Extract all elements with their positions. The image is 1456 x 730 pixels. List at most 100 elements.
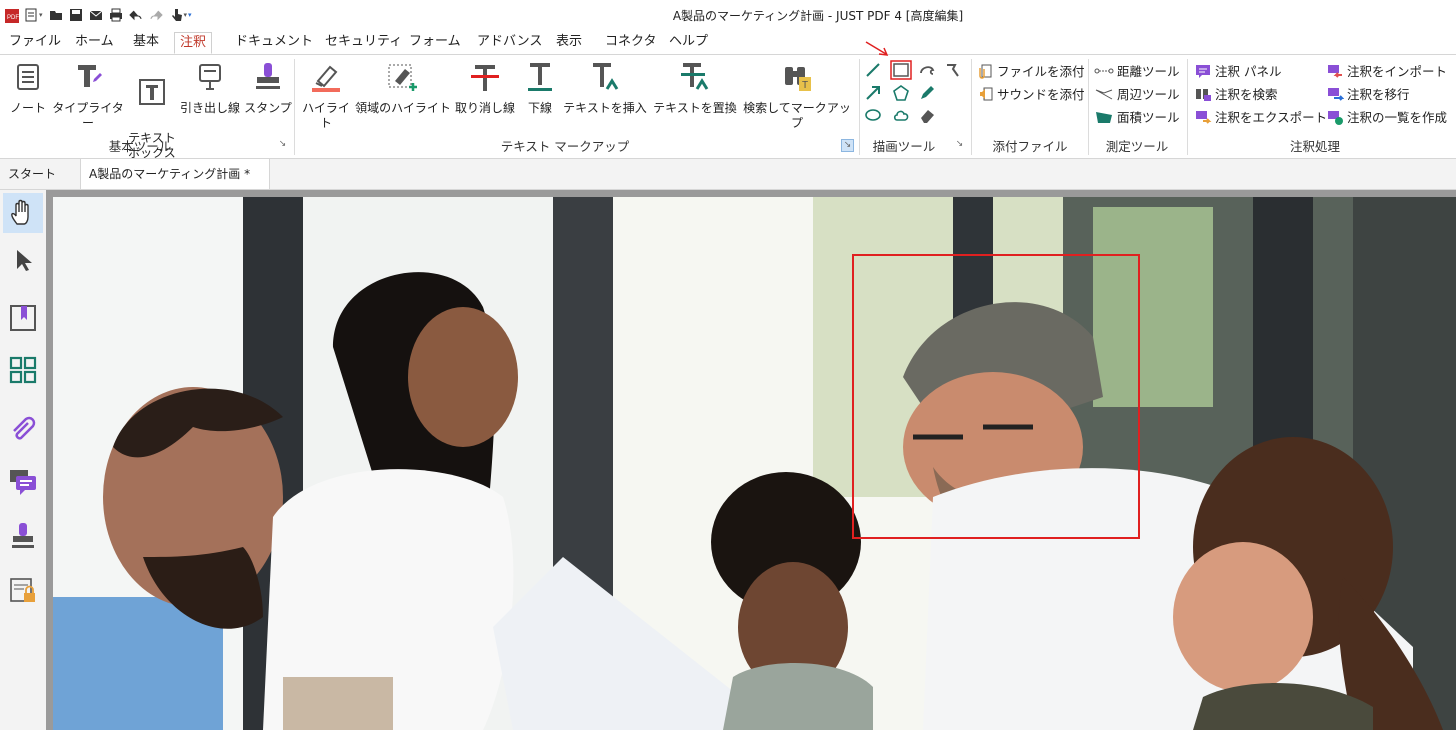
thumbnails-button[interactable]	[3, 350, 43, 390]
search-markup-button[interactable]: T 検索してマークアップ	[738, 61, 856, 131]
perimeter-tool-button[interactable]: 周辺ツール	[1094, 84, 1180, 103]
document-tab-title: A製品のマーケティング計画 *	[89, 167, 251, 181]
replace-text-button[interactable]: テキストを置換	[650, 61, 740, 116]
distance-tool-label: 距離ツール	[1117, 64, 1180, 79]
comments-icon	[10, 470, 36, 495]
annotation-summary-icon	[1328, 110, 1343, 125]
annotation-summary-button[interactable]: 注釈の一覧を作成	[1326, 107, 1447, 126]
note-button[interactable]: ノート	[8, 61, 48, 116]
export-annotation-label: 注釈をエクスポート	[1215, 110, 1328, 125]
typewriter-label: タイプライター	[52, 101, 124, 130]
stamp-panel-button[interactable]	[3, 516, 43, 556]
strikeout-icon	[471, 65, 499, 91]
replace-text-label: テキストを置換	[653, 101, 737, 115]
pencil-icon[interactable]	[918, 84, 936, 102]
insert-text-button[interactable]: テキストを挿入	[560, 61, 650, 116]
bookmark-icon	[10, 305, 36, 331]
area-highlight-label: 領域のハイライト	[355, 101, 451, 115]
left-sidebar	[0, 190, 46, 730]
cloud-icon[interactable]	[892, 106, 910, 124]
ribbon-separator	[1187, 59, 1188, 155]
tab-form[interactable]: フォーム	[404, 32, 466, 54]
cloud-arc-icon[interactable]	[918, 61, 936, 79]
strikeout-button[interactable]: 取り消し線	[452, 61, 518, 116]
typewriter-button[interactable]: タイプライター	[50, 61, 126, 131]
text-markup-launcher-icon[interactable]: ↘	[841, 139, 854, 152]
document-page-view[interactable]	[53, 197, 1456, 730]
document-frame	[46, 190, 53, 730]
line-icon[interactable]	[864, 61, 882, 79]
import-annotation-button[interactable]: 注釈をインポート	[1326, 61, 1447, 80]
migrate-annotation-icon	[1328, 87, 1344, 101]
document-tab[interactable]: A製品のマーケティング計画 * ×	[80, 159, 270, 211]
pointer-arrow-icon	[865, 41, 889, 56]
menu-bar: ファイル ホーム 基本 注釈 ドキュメント セキュリティ フォーム アドバンス …	[0, 30, 1456, 55]
stamp-button[interactable]: スタンプ	[244, 61, 292, 116]
textbox-icon	[139, 79, 165, 105]
tab-basic[interactable]: 基本	[128, 32, 164, 54]
import-annotation-icon	[1328, 64, 1342, 78]
tab-advance[interactable]: アドバンス	[472, 32, 547, 54]
tab-annotation[interactable]: 注釈	[174, 32, 213, 54]
highlight-button[interactable]: ハイライト	[298, 61, 354, 131]
attachment-icon	[13, 416, 36, 440]
rectangle-icon[interactable]	[890, 60, 912, 80]
measure-group-label: 測定ツール	[1105, 139, 1169, 154]
tab-help[interactable]: ヘルプ	[664, 32, 713, 54]
note-label: ノート	[9, 101, 46, 115]
distance-tool-button[interactable]: 距離ツール	[1094, 61, 1180, 80]
rectangle-annotation[interactable]	[852, 254, 1140, 539]
hand-tool-button[interactable]	[3, 193, 43, 233]
migrate-annotation-button[interactable]: 注釈を移行	[1326, 84, 1410, 103]
drawing-tools-launcher-icon[interactable]: ↘	[954, 139, 965, 150]
area-highlight-icon	[388, 64, 417, 91]
basic-tools-group-label: 基本ツール	[108, 139, 172, 154]
search-annotation-label: 注釈を検索	[1215, 87, 1278, 102]
security-icon	[10, 578, 35, 602]
callout-button[interactable]: 引き出し線	[176, 61, 244, 116]
attachments-group-label: 添付ファイル	[992, 139, 1068, 154]
attachments-panel-button[interactable]	[3, 410, 43, 450]
tab-home[interactable]: ホーム	[70, 32, 119, 54]
security-panel-button[interactable]	[3, 570, 43, 610]
binoculars-icon: T	[785, 67, 811, 91]
insert-text-icon	[593, 63, 619, 90]
export-annotation-button[interactable]: 注釈をエクスポート	[1194, 107, 1327, 126]
attach-file-label: ファイルを添付	[997, 64, 1085, 79]
annotation-panel-button[interactable]: 注釈 パネル	[1194, 61, 1281, 80]
drawing-tools-group-label: 描画ツール	[872, 139, 936, 154]
title-bar: PDF ▾ ▾ ▾ A製品のマーケティング計画 - JUST PDF 4 [高度…	[0, 0, 1456, 30]
ellipse-icon[interactable]	[864, 106, 882, 124]
search-annotation-icon	[1196, 88, 1211, 101]
tab-connector[interactable]: コネクタ	[600, 32, 661, 54]
arrow-icon[interactable]	[864, 84, 882, 102]
attach-sound-icon	[980, 87, 993, 100]
eraser-pin-icon[interactable]	[944, 61, 962, 79]
attach-sound-button[interactable]: サウンドを添付	[978, 84, 1085, 103]
stamp-label: スタンプ	[244, 101, 292, 115]
select-tool-button[interactable]	[3, 240, 43, 280]
ribbon: ノート タイプライター テキスト ボックス 引き出し線 スタンプ 基本ツール ↘…	[0, 55, 1456, 160]
highlight-icon	[312, 65, 340, 92]
eraser-icon[interactable]	[918, 106, 936, 124]
polygon-icon[interactable]	[892, 84, 910, 102]
area-highlight-button[interactable]: 領域のハイライト	[354, 61, 452, 116]
tab-security[interactable]: セキュリティ	[320, 32, 407, 54]
distance-icon	[1094, 68, 1114, 73]
ribbon-separator	[1088, 59, 1089, 155]
underline-icon	[528, 63, 552, 91]
perimeter-icon	[1095, 89, 1113, 99]
area-tool-button[interactable]: 面積ツール	[1094, 107, 1180, 126]
ribbon-separator	[294, 59, 295, 155]
bookmark-button[interactable]	[3, 298, 43, 338]
attach-file-button[interactable]: ファイルを添付	[978, 61, 1085, 80]
comments-panel-button[interactable]	[3, 462, 43, 502]
tab-document[interactable]: ドキュメント	[230, 32, 318, 54]
search-annotation-button[interactable]: 注釈を検索	[1194, 84, 1278, 103]
callout-icon	[199, 64, 221, 90]
tab-file[interactable]: ファイル	[4, 32, 66, 54]
basic-tools-launcher-icon[interactable]: ↘	[277, 139, 288, 150]
tab-view[interactable]: 表示	[551, 32, 587, 54]
start-tab[interactable]: スタート	[0, 159, 80, 189]
underline-button[interactable]: 下線	[522, 61, 558, 116]
